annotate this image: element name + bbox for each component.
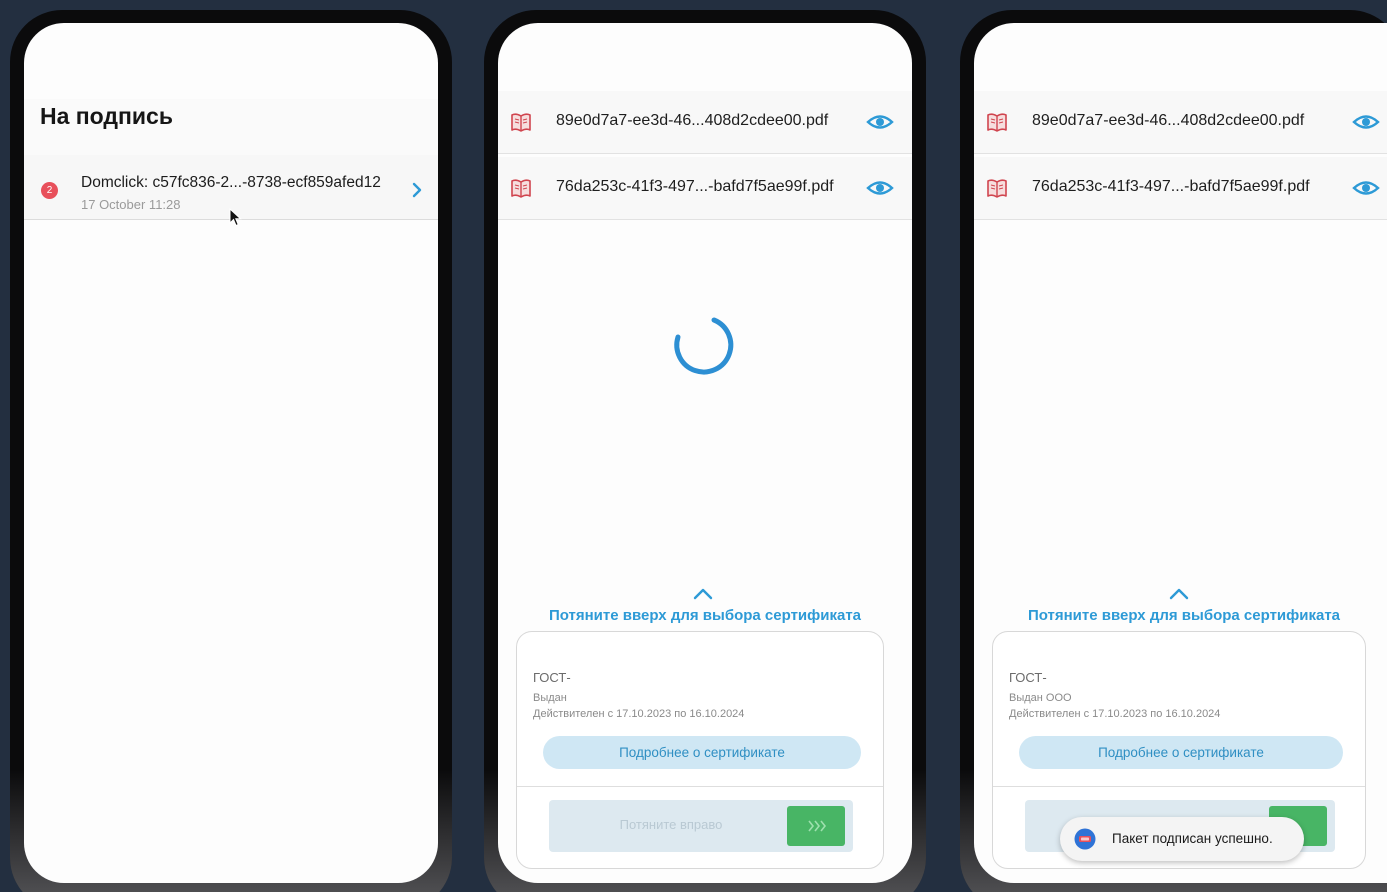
phone-screen-3: 89e0d7a7-ee3d-46...408d2cdee00.pdf 76da2… [974,23,1387,883]
certificate-validity: Действителен с 17.10.2023 по 16.10.2024 [533,708,745,720]
certificate-issuer: Выдан ООО [1009,692,1072,704]
file-row[interactable]: 89e0d7a7-ee3d-46...408d2cdee00.pdf [498,91,912,154]
certificate-validity: Действителен с 17.10.2023 по 16.10.2024 [1009,708,1221,720]
book-icon [511,179,531,198]
certificate-name: ГОСТ- [1009,670,1047,685]
eye-icon[interactable] [866,177,894,199]
file-row[interactable]: 76da253c-41f3-497...-bafd7f5ae99f.pdf [974,157,1387,220]
certificate-details-button[interactable]: Подробнее о сертификате [543,736,861,769]
file-name: 76da253c-41f3-497...-bafd7f5ae99f.pdf [556,178,834,195]
phone-frame-2: 89e0d7a7-ee3d-46...408d2cdee00.pdf 76da2… [484,10,926,892]
swipe-label: Потяните вправо [619,817,723,832]
success-toast: Пакет подписан успешно. [1060,817,1304,861]
eye-icon[interactable] [1352,177,1380,199]
phone-frame-3: 89e0d7a7-ee3d-46...408d2cdee00.pdf 76da2… [960,10,1387,892]
certificate-name: ГОСТ- [533,670,571,685]
eye-icon[interactable] [866,111,894,133]
pull-up-hint[interactable]: Потяните вверх для выбора сертификата [498,607,912,624]
file-row[interactable]: 89e0d7a7-ee3d-46...408d2cdee00.pdf [974,91,1387,154]
certificate-issuer: Выдан [533,692,567,704]
mouse-cursor-icon [229,208,242,227]
card-divider [517,786,883,787]
unread-count-badge: 2 [41,182,58,199]
spinner-icon [674,317,734,375]
file-name: 89e0d7a7-ee3d-46...408d2cdee00.pdf [556,112,829,129]
document-date: 17 October 11:28 [81,197,181,212]
swipe-to-sign-slider[interactable]: Потяните вправо [549,800,853,852]
file-name: 76da253c-41f3-497...-bafd7f5ae99f.pdf [1032,178,1310,195]
chevron-right-icon[interactable] [410,181,424,199]
app-logo-icon [1074,828,1096,850]
book-icon [511,113,531,132]
file-name: 89e0d7a7-ee3d-46...408d2cdee00.pdf [1032,112,1305,129]
book-icon [987,113,1007,132]
swipe-handle[interactable] [787,806,845,846]
phone-frame-1: На подпись 2 Domclick: c57fc836-2...-873… [10,10,452,892]
phone-screen-2: 89e0d7a7-ee3d-46...408d2cdee00.pdf 76da2… [498,23,912,883]
book-icon [987,179,1007,198]
pull-up-hint[interactable]: Потяните вверх для выбора сертификата [974,607,1387,624]
arrows-right-icon [808,820,827,832]
card-divider [993,786,1365,787]
screenshot-stage: На подпись 2 Domclick: c57fc836-2...-873… [0,0,1387,892]
chevron-up-icon[interactable] [1167,587,1191,601]
chevron-up-icon[interactable] [691,587,715,601]
toast-message: Пакет подписан успешно. [1112,831,1273,846]
document-title: Domclick: c57fc836-2...-8738-ecf859afed1… [81,174,381,191]
certificate-details-button[interactable]: Подробнее о сертификате [1019,736,1343,769]
file-row[interactable]: 76da253c-41f3-497...-bafd7f5ae99f.pdf [498,157,912,220]
certificate-card: ГОСТ- Выдан Действителен с 17.10.2023 по… [516,631,884,869]
page-title: На подпись [40,103,173,129]
eye-icon[interactable] [1352,111,1380,133]
phone-screen-1: На подпись 2 Domclick: c57fc836-2...-873… [24,23,438,883]
